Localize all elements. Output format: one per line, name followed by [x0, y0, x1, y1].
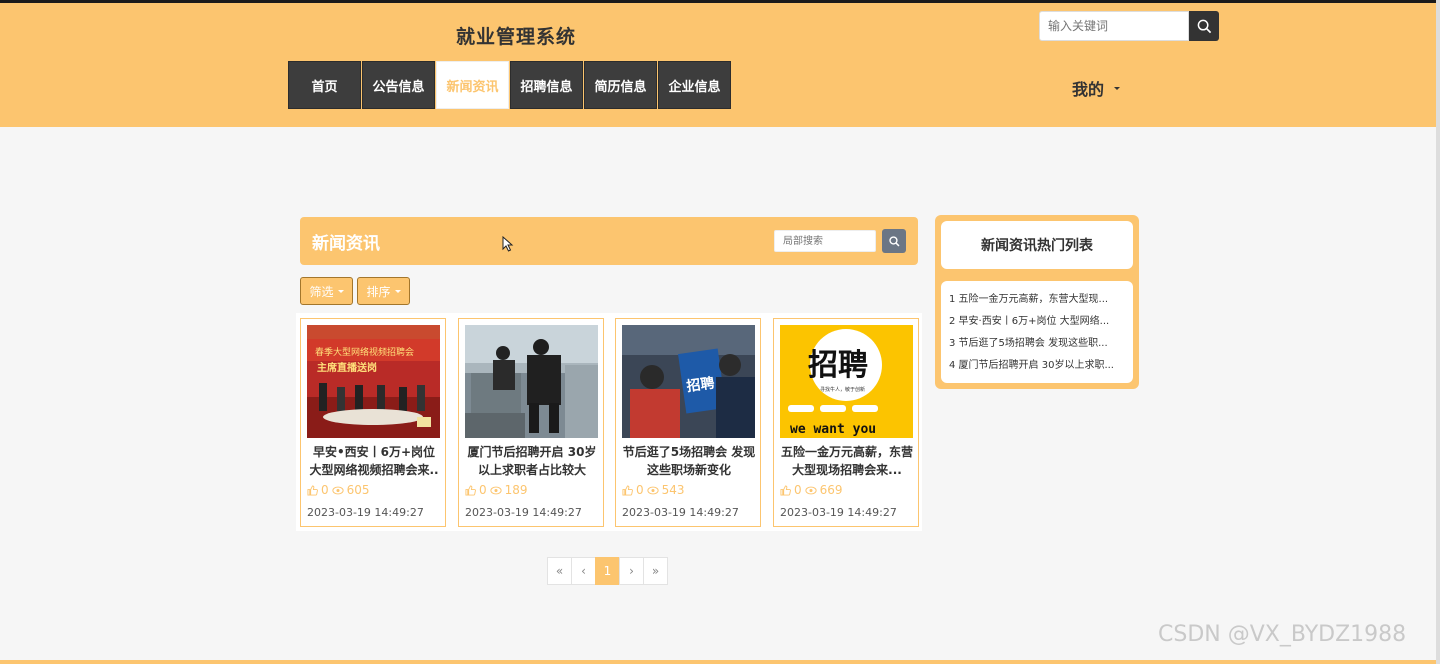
eye-icon: [332, 486, 344, 494]
section-header: 新闻资讯: [300, 217, 918, 265]
news-title: 五险一金万元高薪，东营大型现场招聘会来...: [780, 445, 913, 477]
site-title: 就业管理系统: [456, 26, 577, 48]
news-card-list: 春季大型网络视频招聘会 主席直播送岗 早安•西安丨6万+岗位大型网络视频招聘会来…: [296, 313, 922, 531]
prev-page-button[interactable]: ‹: [571, 557, 596, 585]
recruit-footer-text: we want you: [790, 422, 876, 437]
next-page-button[interactable]: ›: [619, 557, 644, 585]
last-page-button[interactable]: »: [643, 557, 668, 585]
nav-announcements[interactable]: 公告信息: [362, 61, 435, 109]
hot-news-title: 新闻资讯热门列表: [941, 221, 1133, 269]
news-image: [465, 325, 598, 438]
news-image: 招聘: [622, 325, 755, 438]
thumbs-up-icon: [780, 484, 791, 496]
search-button[interactable]: [1189, 11, 1219, 41]
eye-icon: [490, 486, 502, 494]
likes-count: 0: [636, 483, 644, 497]
mouse-cursor-icon: [502, 236, 514, 252]
sort-button[interactable]: 排序: [357, 277, 410, 305]
sort-label: 排序: [366, 284, 391, 299]
news-stats: 0 605: [307, 483, 370, 497]
nav-recruitment[interactable]: 招聘信息: [510, 61, 583, 109]
header-search: [1039, 11, 1219, 41]
user-menu-label: 我的: [1072, 80, 1105, 99]
likes-count: 0: [479, 483, 487, 497]
thumbs-up-icon: [465, 484, 476, 496]
nav-news[interactable]: 新闻资讯: [436, 61, 509, 109]
recruit-big-text: 招聘: [808, 348, 868, 383]
nav-companies[interactable]: 企业信息: [658, 61, 731, 109]
news-stats: 0 669: [780, 483, 843, 497]
news-date: 2023-03-19 14:49:27: [622, 506, 739, 519]
news-title: 节后逛了5场招聘会 发现这些职场新变化: [622, 445, 756, 477]
chevron-down-icon: [1114, 86, 1121, 90]
news-date: 2023-03-19 14:49:27: [780, 506, 897, 519]
views-count: 669: [819, 483, 843, 497]
likes-count: 0: [794, 483, 802, 497]
news-title: 早安•西安丨6万+岗位大型网络视频招聘会来..: [309, 445, 439, 477]
news-card[interactable]: 厦门节后招聘开启 30岁以上求职者占比较大 0 189 2023-03-19 1…: [458, 318, 604, 527]
news-image: 春季大型网络视频招聘会 主席直播送岗: [307, 325, 440, 438]
site-header: 就业管理系统 首页 公告信息 新闻资讯 招聘信息 简历信息 企业信息 我的: [0, 3, 1436, 127]
hot-news-panel: 新闻资讯热门列表 1 五险一金万元高薪，东营大型现... 2 早安·西安丨6万+…: [935, 215, 1139, 389]
hot-news-list: 1 五险一金万元高薪，东营大型现... 2 早安·西安丨6万+岗位 大型网络..…: [941, 281, 1133, 383]
chevron-down-icon: [337, 289, 344, 293]
banner-text: 春季大型网络视频招聘会: [315, 346, 414, 358]
local-search-button[interactable]: [882, 229, 906, 253]
recruit-tagline: 寻找牛人，敏于创新: [820, 386, 865, 393]
user-menu[interactable]: 我的: [1072, 76, 1121, 100]
nav-resumes[interactable]: 简历信息: [584, 61, 657, 109]
search-input[interactable]: [1039, 11, 1189, 41]
local-search-input[interactable]: [774, 230, 876, 252]
section-title: 新闻资讯: [312, 234, 380, 254]
views-count: 189: [504, 483, 528, 497]
hot-news-item[interactable]: 1 五险一金万元高薪，东营大型现...: [949, 289, 1125, 311]
news-card[interactable]: 春季大型网络视频招聘会 主席直播送岗 早安•西安丨6万+岗位大型网络视频招聘会来…: [300, 318, 446, 527]
chevron-down-icon: [394, 289, 401, 293]
search-icon: [1197, 19, 1211, 33]
views-count: 605: [346, 483, 370, 497]
nav-home[interactable]: 首页: [288, 61, 361, 109]
views-count: 543: [661, 483, 685, 497]
banner-subtext: 主席直播送岗: [317, 361, 377, 374]
news-card[interactable]: 招聘 寻找牛人，敏于创新 we want you 五险一金万元高薪，东营大型现场…: [773, 318, 919, 527]
scrollbar[interactable]: [1436, 0, 1440, 664]
likes-count: 0: [321, 483, 329, 497]
news-stats: 0 189: [465, 483, 528, 497]
search-icon: [888, 235, 900, 247]
main-nav: 首页 公告信息 新闻资讯 招聘信息 简历信息 企业信息: [288, 61, 731, 109]
hot-news-item[interactable]: 4 厦门节后招聘开启 30岁以上求职...: [949, 355, 1125, 377]
filter-label: 筛选: [309, 284, 334, 299]
news-image: 招聘 寻找牛人，敏于创新 we want you: [780, 325, 913, 438]
filter-button[interactable]: 筛选: [300, 277, 353, 305]
news-stats: 0 543: [622, 483, 685, 497]
eye-icon: [805, 486, 817, 494]
thumbs-up-icon: [622, 484, 633, 496]
eye-icon: [647, 486, 659, 494]
hot-news-item[interactable]: 2 早安·西安丨6万+岗位 大型网络...: [949, 311, 1125, 333]
news-date: 2023-03-19 14:49:27: [465, 506, 582, 519]
pagination: « ‹ 1 › »: [547, 557, 668, 585]
news-date: 2023-03-19 14:49:27: [307, 506, 424, 519]
news-card[interactable]: 招聘 节后逛了5场招聘会 发现这些职场新变化 0 543 2023-03-19 …: [615, 318, 761, 527]
hot-news-item[interactable]: 3 节后逛了5场招聘会 发现这些职...: [949, 333, 1125, 355]
watermark: CSDN @VX_BYDZ1988: [1158, 622, 1407, 647]
thumbs-up-icon: [307, 484, 318, 496]
page-button-current[interactable]: 1: [595, 557, 620, 585]
news-title: 厦门节后招聘开启 30岁以上求职者占比较大: [467, 445, 597, 477]
bottom-border: [0, 660, 1436, 664]
first-page-button[interactable]: «: [547, 557, 572, 585]
